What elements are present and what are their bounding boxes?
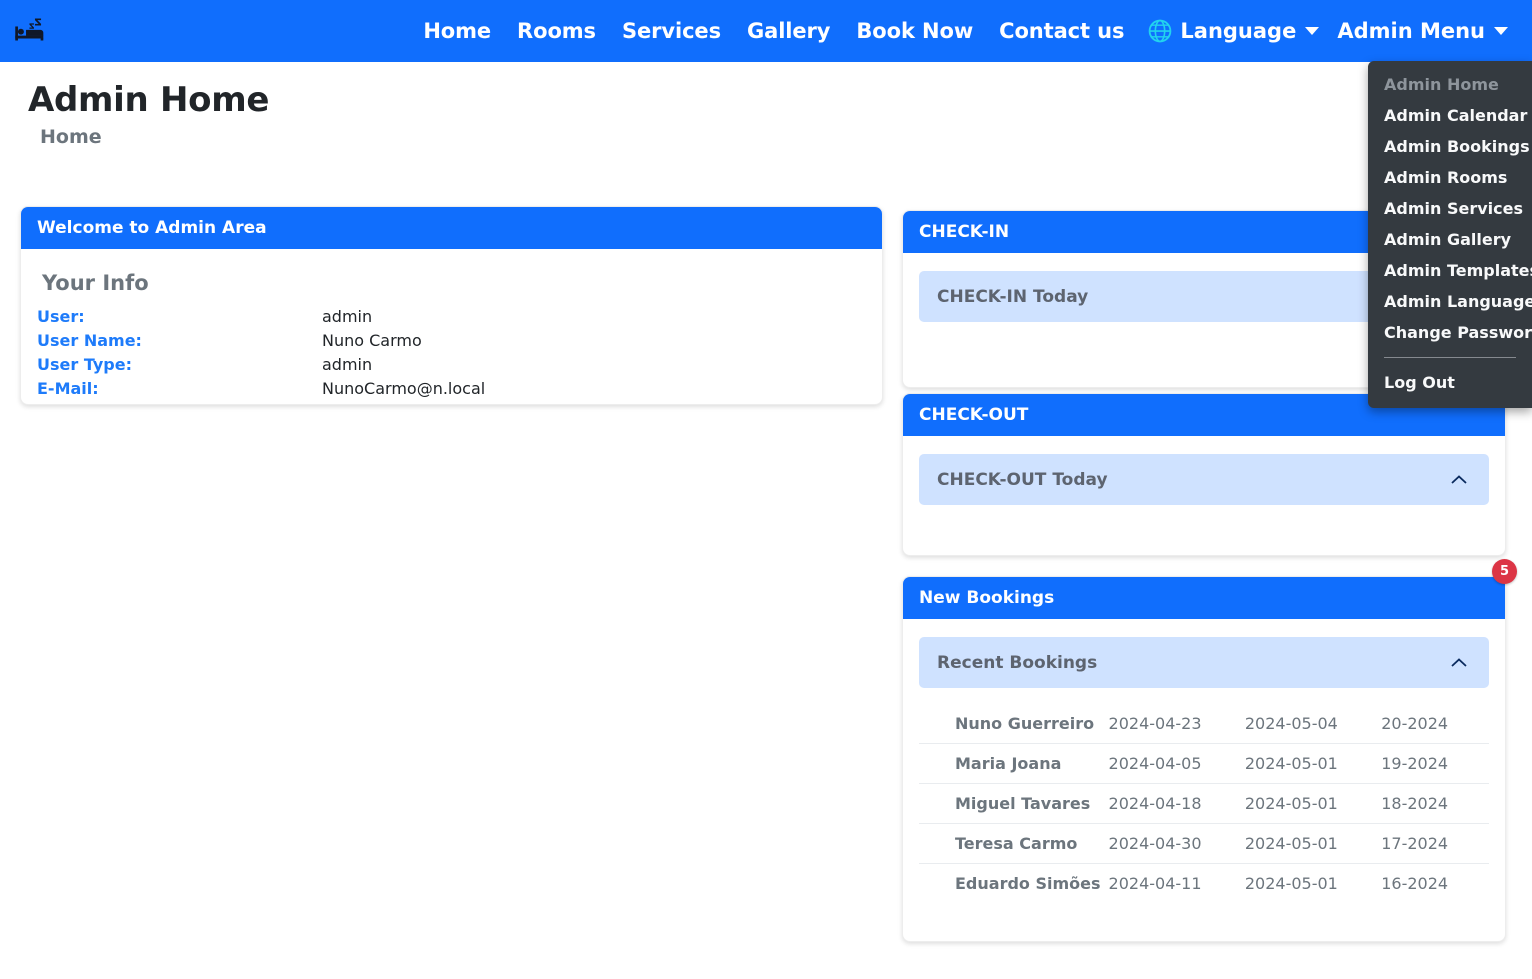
- menu-item-change-password[interactable]: Change Password: [1368, 317, 1532, 348]
- status-badge: 5: [1492, 559, 1517, 584]
- admin-menu-dropdown: Admin Home Admin Calendar Admin Bookings…: [1368, 61, 1532, 408]
- table-row[interactable]: Eduardo Simões 2024-04-11 2024-05-01 16-…: [919, 864, 1489, 904]
- nav-link-gallery[interactable]: Gallery: [734, 15, 843, 47]
- info-label-user-type: User Type:: [37, 355, 132, 374]
- admin-menu-label: Admin Menu: [1337, 19, 1485, 43]
- booking-reference: 20-2024: [1377, 704, 1489, 744]
- table-row[interactable]: Nuno Guerreiro 2024-04-23 2024-05-04 20-…: [919, 704, 1489, 744]
- info-row-user-name: User Name: Nuno Carmo: [37, 329, 866, 353]
- booking-from-date: 2024-04-30: [1104, 823, 1241, 864]
- admin-menu-dropdown-toggle[interactable]: Admin Menu: [1327, 15, 1516, 47]
- welcome-card-header: Welcome to Admin Area: [21, 207, 882, 249]
- booking-to-date: 2024-05-01: [1244, 874, 1338, 893]
- checkin-accordion-title: CHECK-IN Today: [937, 286, 1089, 307]
- info-row-email: E-Mail: NunoCarmo@n.local: [37, 377, 866, 401]
- menu-item-admin-language[interactable]: Admin Language: [1368, 286, 1532, 317]
- page-title: Admin Home: [28, 80, 270, 120]
- recent-bookings-accordion-title: Recent Bookings: [937, 652, 1098, 673]
- main-navbar: Home Rooms Services Gallery Book Now Con…: [0, 0, 1532, 62]
- chevron-up-icon: [1451, 474, 1467, 484]
- your-info-heading: Your Info: [42, 271, 149, 295]
- booking-to-date: 2024-05-01: [1240, 743, 1378, 784]
- booking-from-date: 2024-04-11: [1108, 874, 1202, 893]
- info-label-user-name: User Name:: [37, 331, 142, 350]
- booking-reference: 18-2024: [1377, 783, 1489, 824]
- menu-item-admin-bookings[interactable]: Admin Bookings: [1368, 131, 1532, 162]
- booking-guest-name[interactable]: Maria Joana: [919, 743, 1105, 784]
- booking-guest-name[interactable]: Eduardo Simões: [919, 864, 1105, 904]
- new-bookings-card: 5 New Bookings Recent Bookings Nuno Guer…: [902, 559, 1517, 942]
- info-label-user: User:: [37, 307, 85, 326]
- new-bookings-card-header: New Bookings: [903, 577, 1505, 619]
- menu-divider: [1384, 357, 1516, 358]
- language-dropdown-label: Language: [1180, 19, 1297, 43]
- info-value-email: NunoCarmo@n.local: [322, 379, 486, 398]
- recent-bookings-accordion-header[interactable]: Recent Bookings: [919, 637, 1489, 688]
- new-bookings-card-body: Recent Bookings Nuno Guerreiro 2024-04-2…: [903, 619, 1505, 921]
- info-row-user-type: User Type: admin: [37, 353, 866, 377]
- info-value-user: admin: [322, 307, 373, 326]
- booking-from-date: 2024-04-23: [1104, 704, 1241, 744]
- info-row-user: User: admin: [37, 305, 866, 329]
- checkout-accordion-header[interactable]: CHECK-OUT Today: [919, 454, 1489, 505]
- globe-icon: [1149, 19, 1172, 43]
- info-label-email: E-Mail:: [37, 379, 99, 398]
- nav-link-services[interactable]: Services: [609, 15, 734, 47]
- menu-item-log-out[interactable]: Log Out: [1368, 367, 1532, 398]
- recent-bookings-table: Nuno Guerreiro 2024-04-23 2024-05-04 20-…: [919, 704, 1489, 903]
- nav-link-contact-us[interactable]: Contact us: [986, 15, 1137, 47]
- welcome-card: Welcome to Admin Area Your Info User: ad…: [20, 206, 883, 405]
- language-dropdown-toggle[interactable]: Language: [1137, 14, 1327, 48]
- booking-reference: 16-2024: [1381, 874, 1449, 893]
- booking-reference: 17-2024: [1377, 823, 1489, 864]
- info-value-user-name: Nuno Carmo: [322, 331, 422, 350]
- info-value-user-type: admin: [322, 355, 373, 374]
- booking-from-date: 2024-04-05: [1104, 743, 1241, 784]
- booking-to-date: 2024-05-04: [1240, 704, 1378, 744]
- checkout-card-body: CHECK-OUT Today: [903, 436, 1505, 523]
- menu-item-admin-gallery[interactable]: Admin Gallery: [1368, 224, 1532, 255]
- menu-item-admin-templates[interactable]: Admin Templates: [1368, 255, 1532, 286]
- menu-item-admin-home[interactable]: Admin Home: [1368, 69, 1532, 100]
- nav-link-home[interactable]: Home: [410, 15, 504, 47]
- table-row[interactable]: Miguel Tavares 2024-04-18 2024-05-01 18-…: [919, 783, 1489, 824]
- booking-guest-name[interactable]: Nuno Guerreiro: [919, 704, 1105, 744]
- menu-item-admin-rooms[interactable]: Admin Rooms: [1368, 162, 1532, 193]
- table-row[interactable]: Maria Joana 2024-04-05 2024-05-01 19-202…: [919, 743, 1489, 784]
- navbar-links: Home Rooms Services Gallery Book Now Con…: [410, 14, 1516, 48]
- booking-to-date: 2024-05-01: [1240, 823, 1378, 864]
- checkout-card: CHECK-OUT CHECK-OUT Today: [902, 393, 1506, 556]
- booking-guest-name[interactable]: Teresa Carmo: [919, 823, 1105, 864]
- chevron-down-icon: [1494, 27, 1508, 35]
- booking-from-date: 2024-04-18: [1104, 783, 1241, 824]
- breadcrumb: Home: [40, 126, 102, 148]
- table-row[interactable]: Teresa Carmo 2024-04-30 2024-05-01 17-20…: [919, 823, 1489, 864]
- hotel-bed-icon-svg: [15, 18, 44, 41]
- booking-reference: 19-2024: [1377, 743, 1489, 784]
- booking-guest-name[interactable]: Miguel Tavares: [919, 783, 1105, 824]
- welcome-card-body: Your Info User: admin User Name: Nuno Ca…: [21, 249, 882, 419]
- page-header: Admin Home Home: [0, 62, 900, 148]
- hotel-bed-icon[interactable]: [10, 11, 50, 51]
- menu-item-admin-calendar[interactable]: Admin Calendar: [1368, 100, 1532, 131]
- chevron-down-icon: [1305, 27, 1320, 35]
- booking-to-date: 2024-05-01: [1240, 783, 1378, 824]
- nav-link-book-now[interactable]: Book Now: [843, 15, 986, 47]
- menu-item-admin-services[interactable]: Admin Services: [1368, 193, 1532, 224]
- checkout-accordion-title: CHECK-OUT Today: [937, 469, 1108, 490]
- nav-link-rooms[interactable]: Rooms: [504, 15, 609, 47]
- chevron-up-icon: [1451, 657, 1467, 667]
